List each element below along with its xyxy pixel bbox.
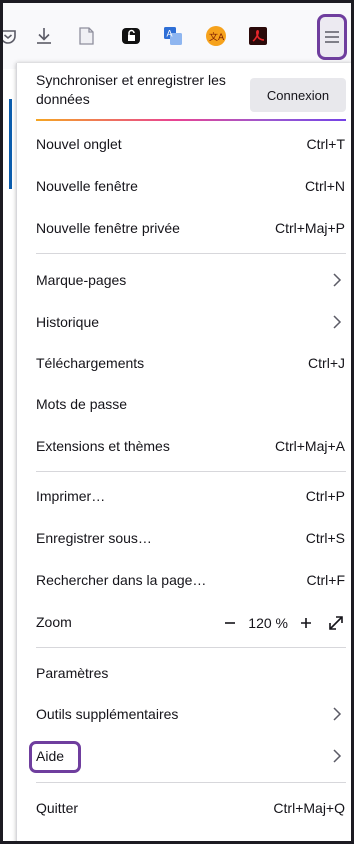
sync-accent-line [36, 119, 346, 121]
menu-item-shortcut: Ctrl+J [308, 355, 345, 371]
plus-icon [301, 618, 311, 628]
menu-item-shortcut: Ctrl+S [305, 530, 345, 546]
menu-item-help[interactable]: Aide [17, 737, 351, 777]
menu-item-label: Zoom [36, 614, 72, 630]
menu-item-shortcut: Ctrl+T [306, 136, 346, 152]
menu-item-label: Historique [36, 314, 100, 330]
svg-text:A: A [167, 29, 173, 39]
sign-in-button[interactable]: Connexion [250, 78, 346, 112]
menu-item-shortcut: Ctrl+N [304, 178, 345, 194]
menu-item-new-window[interactable]: Nouvelle fenêtre Ctrl+N [17, 167, 351, 207]
menu-item-more-tools[interactable]: Outils supplémentaires [17, 695, 351, 735]
menu-item-addons[interactable]: Extensions et thèmes Ctrl+Maj+A [17, 427, 351, 467]
menu-item-new-tab[interactable]: Nouvel onglet Ctrl+T [17, 125, 351, 165]
menu-item-label: Outils supplémentaires [36, 706, 179, 722]
menu-item-label: Quitter [36, 800, 79, 816]
menu-item-shortcut: Ctrl+Maj+Q [273, 800, 345, 816]
menu-item-label: Extensions et thèmes [36, 438, 170, 454]
menu-item-quit[interactable]: Quitter Ctrl+Maj+Q [17, 789, 351, 829]
menu-separator [36, 647, 346, 648]
menu-item-label: Nouvelle fenêtre [36, 178, 138, 194]
zoom-controls: 120 % [218, 609, 348, 637]
zoom-level[interactable]: 120 % [248, 615, 288, 631]
menu-item-history[interactable]: Historique [17, 303, 351, 343]
menu-item-label: Nouvel onglet [36, 136, 122, 152]
pocket-icon[interactable] [3, 23, 21, 49]
app-window: A 文A Synchroniser et enregistrer les don… [0, 0, 354, 844]
menu-item-shortcut: Ctrl+Maj+A [274, 438, 345, 454]
toolbar: A 文A [3, 3, 351, 69]
page-accent-bar [9, 99, 12, 189]
menu-separator [36, 782, 346, 783]
menu-item-label: Aide [36, 748, 65, 764]
menu-item-shortcut: Ctrl+Maj+P [274, 220, 345, 236]
menu-item-print[interactable]: Imprimer… Ctrl+P [17, 477, 351, 517]
menu-item-shortcut: Ctrl+F [306, 572, 346, 588]
download-icon[interactable] [31, 23, 57, 49]
lock-shield-icon[interactable] [118, 23, 144, 49]
menu-item-label: Enregistrer sous… [36, 530, 152, 546]
chevron-right-icon [333, 315, 342, 329]
menu-item-settings[interactable]: Paramètres [17, 654, 351, 694]
chevron-right-icon [333, 749, 342, 763]
chevron-right-icon [333, 707, 342, 721]
pdf-icon[interactable] [245, 23, 271, 49]
menu-item-label: Imprimer… [36, 488, 106, 504]
menu-item-zoom: Zoom 120 % [17, 603, 351, 643]
menu-item-label: Paramètres [36, 665, 109, 681]
app-menu-panel: Synchroniser et enregistrer les données … [16, 63, 351, 841]
menu-item-shortcut: Ctrl+P [305, 488, 345, 504]
menu-item-label: Téléchargements [36, 355, 145, 371]
svg-text:文A: 文A [209, 31, 225, 43]
sync-description: Synchroniser et enregistrer les données [36, 72, 226, 107]
hamburger-menu-icon [325, 31, 339, 43]
menu-item-find-in-page[interactable]: Rechercher dans la page… Ctrl+F [17, 561, 351, 601]
language-badge-icon[interactable]: 文A [203, 23, 229, 49]
chevron-right-icon [333, 273, 342, 287]
menu-item-bookmarks[interactable]: Marque-pages [17, 261, 351, 301]
menu-item-label: Nouvelle fenêtre privée [36, 220, 180, 236]
menu-item-label: Marque-pages [36, 272, 127, 288]
fullscreen-icon [329, 616, 343, 630]
menu-item-private-window[interactable]: Nouvelle fenêtre privée Ctrl+Maj+P [17, 209, 351, 249]
menu-separator [36, 471, 346, 472]
menu-item-label: Rechercher dans la page… [36, 572, 207, 588]
menu-item-save-as[interactable]: Enregistrer sous… Ctrl+S [17, 519, 351, 559]
page-content-edge [3, 69, 15, 841]
sync-section: Synchroniser et enregistrer les données … [17, 63, 351, 121]
zoom-in-button[interactable] [294, 611, 318, 635]
fullscreen-button[interactable] [324, 611, 348, 635]
menu-separator [36, 253, 346, 254]
menu-item-label: Mots de passe [36, 396, 128, 412]
page-icon[interactable] [73, 23, 99, 49]
hamburger-menu-button[interactable] [317, 14, 347, 60]
menu-item-passwords[interactable]: Mots de passe [17, 385, 351, 425]
translate-icon[interactable]: A [160, 23, 186, 49]
minus-icon [225, 622, 236, 624]
menu-item-downloads[interactable]: Téléchargements Ctrl+J [17, 344, 351, 384]
zoom-out-button[interactable] [218, 611, 242, 635]
